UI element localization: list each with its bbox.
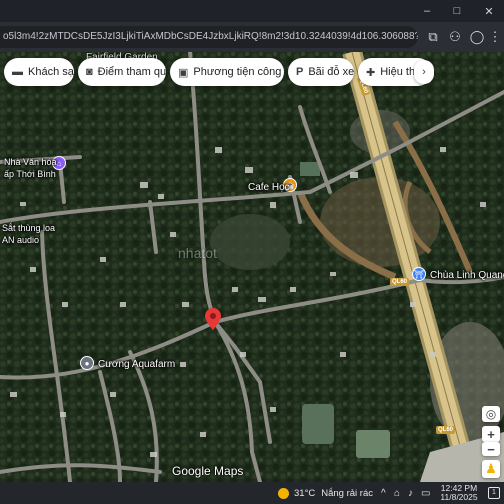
chip-hotels[interactable]: ▬ Khách sạn [4, 58, 80, 86]
clock[interactable]: 12:42 PM 11/8/2025 [436, 484, 482, 502]
extensions-icon[interactable]: ⚇ [444, 26, 466, 48]
clock-date: 11/8/2025 [440, 492, 478, 502]
zoom-out-button[interactable]: − [482, 442, 500, 457]
weather-text: Nắng rải rác [321, 487, 373, 499]
cast-icon[interactable]: ⧉ [422, 26, 444, 48]
tray-chevron-icon[interactable]: ^ [381, 482, 386, 504]
close-button[interactable]: ✕ [474, 0, 504, 22]
bed-icon: ▬ [12, 66, 23, 78]
chips-next-button[interactable]: › [414, 60, 434, 84]
chip-attractions[interactable]: ◙ Điểm tham quan [78, 58, 178, 86]
bus-icon: ▣ [178, 66, 189, 79]
battery-icon[interactable]: ▭ [421, 482, 430, 504]
notification-badge[interactable]: 1 [488, 487, 500, 499]
highway-shield-mid: QL60 [390, 278, 410, 286]
cultural-house-label[interactable]: Nhà Văn hóa ấp Thới Bình [4, 156, 57, 180]
chip-parking[interactable]: P Bãi đỗ xe [288, 58, 354, 86]
chip-hotels-label: Khách sạn [28, 66, 80, 78]
pharmacy-icon: ✚ [366, 66, 376, 79]
url-field[interactable]: o5l3m4!2zMTDCsDE5JzI3LjkiTiAxMDbCsDE4Jzb… [0, 26, 418, 48]
audio-shop-label[interactable]: Sắt thùng loa AN audio [2, 222, 55, 246]
zoom-in-button[interactable]: + [482, 426, 500, 442]
volume-icon[interactable]: ♪ [408, 482, 413, 504]
windows-taskbar: 31°C Nắng rải rác ^ ⌂ ♪ ▭ 12:42 PM 11/8/… [0, 482, 504, 504]
highway-shield-bottom: QL60 [436, 426, 456, 434]
google-maps-logo: Google Maps [172, 464, 244, 478]
watermark-label: nhatot [178, 245, 217, 261]
chip-attractions-label: Điểm tham quan [97, 66, 179, 78]
address-bar-row: o5l3m4!2zMTDCsDE5JzI3LjkiTiAxMDbCsDE4Jzb… [0, 22, 504, 52]
location-pin-icon[interactable] [205, 308, 221, 330]
farm-icon[interactable]: ● [80, 356, 94, 370]
sun-icon [278, 487, 289, 499]
map-imagery [0, 52, 504, 482]
temperature-text: 31°C [294, 487, 316, 499]
chip-transit[interactable]: ▣ Phương tiện công cộng [170, 58, 308, 86]
network-icon[interactable]: ⌂ [394, 482, 400, 504]
minimize-button[interactable]: – [412, 0, 442, 22]
weather-widget[interactable]: 31°C Nắng rải rác [278, 482, 373, 504]
parking-icon: P [296, 66, 304, 78]
farm-label[interactable]: Cương Aquafarm [98, 359, 175, 371]
temple-icon[interactable]: ⛩ [412, 267, 426, 281]
browser-title-bar: – □ ✕ [0, 0, 504, 22]
chip-parking-label: Bãi đỗ xe [308, 66, 355, 78]
my-location-button[interactable]: ◎ [482, 406, 500, 422]
pegman-icon[interactable]: ♟ [482, 460, 500, 478]
temple-label[interactable]: Chùa Linh Quang [430, 270, 504, 282]
maximize-button[interactable]: □ [442, 0, 472, 22]
cafe-label[interactable]: Cafe Học [248, 182, 290, 194]
camera-icon: ◙ [86, 66, 93, 78]
menu-icon[interactable]: ⋮ [484, 26, 504, 48]
satellite-map[interactable]: Fairfield Garden ⌂ Nhà Văn hóa ấp Thới B… [0, 52, 504, 482]
